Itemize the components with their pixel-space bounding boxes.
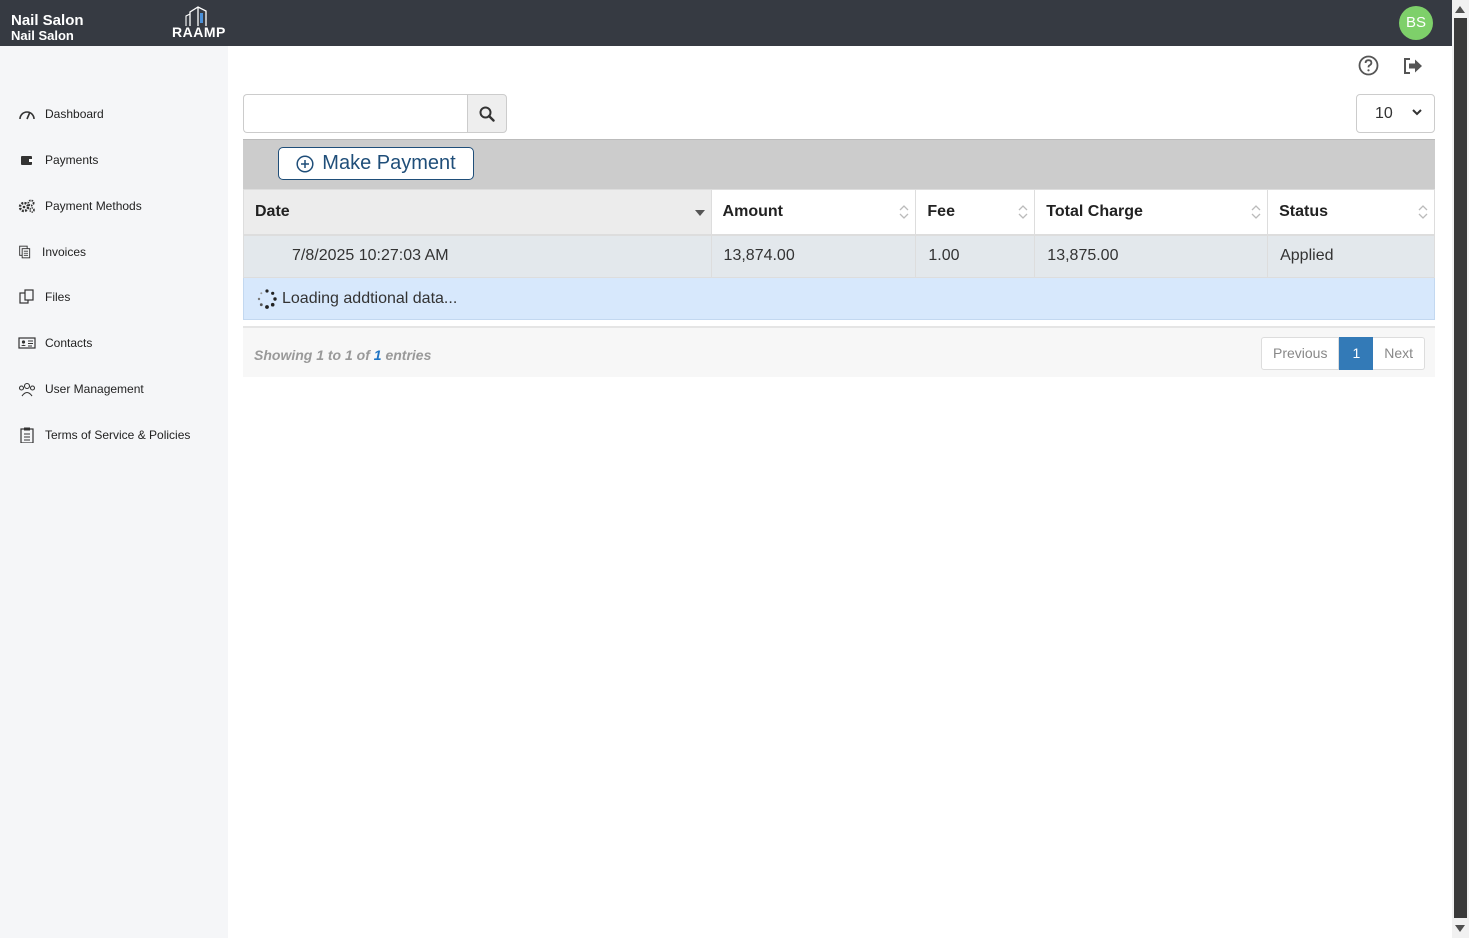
column-header-total-charge[interactable]: Total Charge	[1034, 189, 1269, 236]
sort-desc-icon	[694, 210, 705, 216]
loading-row: Loading addtional data...	[243, 277, 1435, 320]
search-button[interactable]	[467, 94, 507, 133]
sidebar-item-files[interactable]: Files	[18, 287, 70, 307]
entries-info-suffix: entries	[381, 347, 432, 363]
loading-text: Loading addtional data...	[282, 289, 458, 307]
pagination: Previous 1 Next	[1261, 337, 1426, 370]
sidebar-item-label: Payments	[45, 153, 99, 167]
sidebar-item-terms[interactable]: Terms of Service & Policies	[18, 425, 190, 445]
table-row[interactable]: 7/8/2025 10:27:03 AM 13,874.00 1.00 13,8…	[243, 234, 1435, 278]
search-icon	[479, 106, 495, 122]
files-icon	[19, 289, 34, 304]
table-footer: Showing 1 to 1 of 1 entries Previous 1 N…	[243, 326, 1435, 377]
column-header-status[interactable]: Status	[1267, 189, 1435, 236]
sidebar-item-label: Dashboard	[45, 107, 104, 121]
sort-icon	[899, 205, 909, 219]
table-header-row: Date Amount Fee Total Charge Status	[243, 189, 1435, 236]
chevron-down-icon	[1412, 109, 1422, 116]
previous-page-button[interactable]: Previous	[1261, 337, 1340, 370]
cell-amount: 13,874.00	[710, 234, 917, 278]
column-header-label: Fee	[927, 202, 955, 220]
sidebar-item-label: Invoices	[42, 245, 87, 259]
loading-spinner-icon	[257, 288, 277, 309]
sidebar-item-label: Payment Methods	[45, 199, 142, 213]
entries-info-prefix: Showing 1 to 1 of	[254, 347, 374, 363]
column-header-label: Date	[255, 202, 290, 220]
search-input[interactable]	[243, 94, 468, 133]
column-header-amount[interactable]: Amount	[710, 189, 917, 236]
brand-subtitle: Nail Salon	[11, 28, 74, 43]
page-size-select[interactable]: 10	[1356, 94, 1435, 133]
column-header-fee[interactable]: Fee	[915, 189, 1036, 236]
brand-title: Nail Salon	[11, 12, 84, 29]
speedometer-icon	[19, 111, 35, 120]
table-toolbar: Make Payment	[243, 139, 1435, 189]
entries-info: Showing 1 to 1 of 1 entries	[254, 347, 431, 363]
cell-total-charge: 13,875.00	[1034, 234, 1269, 278]
column-header-date[interactable]: Date	[243, 189, 712, 236]
cell-fee: 1.00	[915, 234, 1036, 278]
entries-info-total: 1	[373, 347, 382, 363]
logo-text: RAAMP	[172, 24, 226, 40]
payments-table: Date Amount Fee Total Charge Status 7/8/…	[243, 189, 1435, 320]
make-payment-button[interactable]: Make Payment	[278, 147, 474, 180]
wallet-icon	[21, 156, 33, 165]
sidebar-item-payments[interactable]: Payments	[18, 150, 98, 170]
column-header-label: Amount	[722, 202, 783, 220]
sidebar-item-invoices[interactable]: Invoices	[18, 242, 86, 262]
scroll-up-arrow-icon[interactable]	[1455, 6, 1465, 13]
sidebar-item-user-management[interactable]: User Management	[18, 379, 144, 399]
scroll-thumb[interactable]	[1454, 18, 1467, 918]
sidebar-item-dashboard[interactable]: Dashboard	[18, 104, 104, 124]
sidebar-item-label: Files	[45, 290, 71, 304]
logout-icon[interactable]	[1402, 56, 1424, 76]
invoice-icon	[19, 245, 31, 259]
sidebar-item-contacts[interactable]: Contacts	[18, 333, 92, 353]
column-header-label: Total Charge	[1046, 202, 1143, 220]
sidebar-item-payment-methods[interactable]: Payment Methods	[18, 196, 142, 216]
cell-date: 7/8/2025 10:27:03 AM	[243, 234, 712, 278]
sort-icon	[1418, 205, 1428, 219]
scrollbar[interactable]	[1452, 0, 1469, 938]
raamp-logo[interactable]: RAAMP	[172, 4, 236, 42]
sidebar-item-label: User Management	[45, 382, 144, 396]
sidebar-item-label: Terms of Service & Policies	[45, 428, 191, 442]
next-page-button[interactable]: Next	[1373, 337, 1426, 370]
users-icon	[18, 382, 36, 397]
sort-icon	[1251, 205, 1261, 219]
clipboard-icon	[20, 427, 34, 443]
page-size-value: 10	[1375, 105, 1393, 122]
avatar[interactable]: BS	[1399, 6, 1433, 40]
plus-circle-icon	[296, 154, 314, 173]
sidebar: Dashboard Payments Payment Methods Invoi…	[0, 46, 228, 938]
column-header-label: Status	[1279, 202, 1329, 220]
contact-card-icon	[18, 337, 36, 349]
loading-cell: Loading addtional data...	[243, 277, 1435, 320]
brand: Nail Salon Nail Salon	[11, 13, 84, 43]
cell-status: Applied	[1267, 234, 1435, 278]
top-bar: Nail Salon Nail Salon RAAMP BS	[0, 0, 1452, 46]
help-icon[interactable]	[1358, 55, 1379, 76]
page-1-button[interactable]: 1	[1339, 337, 1374, 370]
sidebar-item-label: Contacts	[45, 336, 93, 350]
make-payment-label: Make Payment	[322, 152, 456, 174]
scroll-down-arrow-icon[interactable]	[1455, 925, 1465, 932]
gears-icon	[18, 199, 35, 213]
sort-icon	[1018, 205, 1028, 219]
